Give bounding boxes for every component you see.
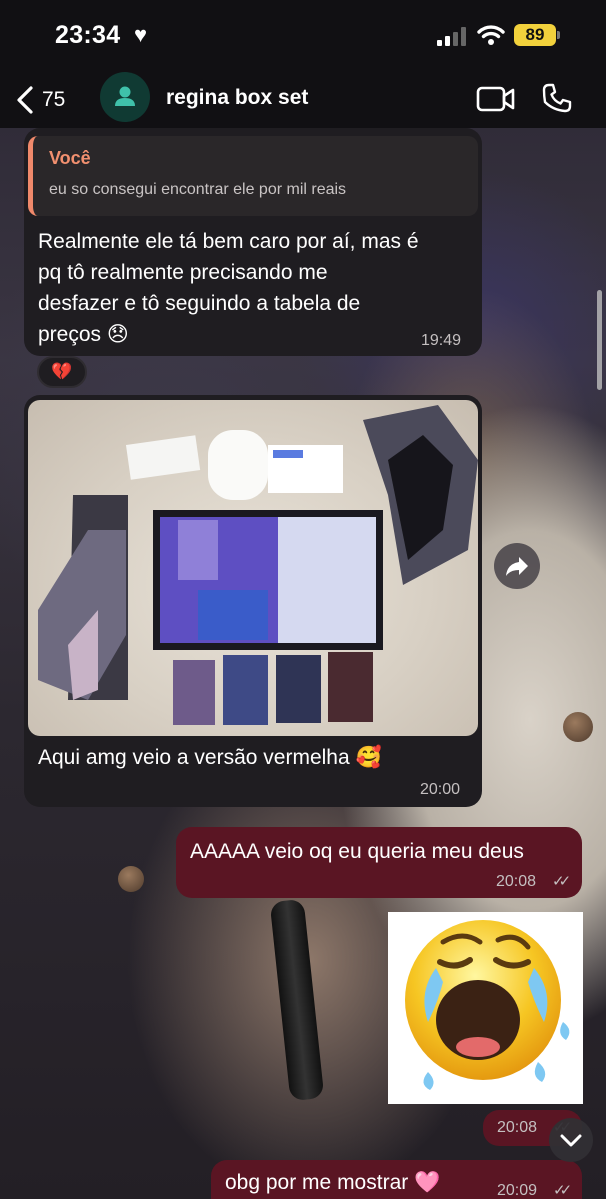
signal-icon — [437, 27, 467, 46]
wifi-icon — [477, 25, 505, 45]
status-bar: 23:34 ♥ 89 — [0, 0, 606, 72]
user-icon — [115, 86, 135, 106]
status-time: 23:34 — [55, 21, 121, 49]
quote-text: eu so consegui encontrar ele por mil rea… — [49, 181, 347, 198]
outgoing-message[interactable]: obg por me mostrar 🩷 20:09 ✓✓ — [211, 1160, 582, 1199]
message-text: AAAAA veio oq eu queria meu deus — [190, 840, 524, 863]
back-chevron-icon — [17, 86, 33, 114]
crying-face-icon — [405, 920, 570, 1090]
battery-indicator: 89 — [514, 24, 556, 46]
read-ticks-icon: ✓✓ — [553, 1182, 572, 1199]
wallpaper-coat-button — [118, 866, 144, 892]
message-line: pq tô realmente precisando me — [38, 261, 328, 284]
wallpaper-coat-button — [563, 712, 593, 742]
quote-author: Você — [49, 148, 91, 168]
message-time: 20:08 — [496, 873, 537, 890]
back-button[interactable]: 75 — [16, 84, 82, 116]
photo-caption: Aqui amg veio a versão vermelha 🥰 — [38, 746, 382, 769]
message-line: desfazer e tô seguindo a tabela de — [38, 292, 361, 315]
quoted-message[interactable]: Você eu so consegui encontrar ele por mi… — [28, 136, 478, 216]
photo-content — [38, 405, 478, 725]
outgoing-message[interactable]: AAAAA veio oq eu queria meu deus 20:08 ✓… — [176, 827, 582, 898]
message-text: Realmente ele tá bem caro por aí, mas é … — [38, 226, 419, 350]
message-text: obg por me mostrar 🩷 — [225, 1171, 441, 1194]
scroll-to-bottom-button[interactable] — [549, 1118, 593, 1162]
wallpaper-microphone — [269, 898, 325, 1102]
message-line: Realmente ele tá bem caro por aí, mas é — [38, 230, 419, 253]
unread-count: 75 — [42, 88, 66, 111]
message-time: 20:00 — [420, 781, 461, 798]
chat-title[interactable]: regina box set — [166, 86, 308, 110]
scrollbar[interactable] — [597, 290, 602, 390]
video-call-icon[interactable] — [476, 85, 516, 113]
battery-tip — [557, 31, 560, 39]
crying-emoji-sticker[interactable] — [388, 912, 583, 1104]
chevron-down-icon — [560, 1134, 582, 1147]
forward-icon — [506, 557, 528, 576]
read-ticks-icon: ✓✓ — [552, 873, 571, 890]
forward-button[interactable] — [494, 543, 540, 589]
message-time: 20:08 — [497, 1119, 538, 1136]
avatar[interactable] — [100, 72, 150, 122]
heart-icon: ♥ — [134, 22, 148, 47]
chat-header: 75 regina box set — [0, 72, 606, 128]
message-time: 20:09 — [497, 1182, 538, 1199]
phone-icon[interactable] — [541, 82, 573, 114]
shared-photo[interactable] — [28, 400, 478, 736]
message-time: 19:49 — [421, 332, 462, 349]
message-reaction[interactable]: 💔 — [37, 356, 87, 388]
message-line: preços 😞 — [38, 323, 129, 346]
